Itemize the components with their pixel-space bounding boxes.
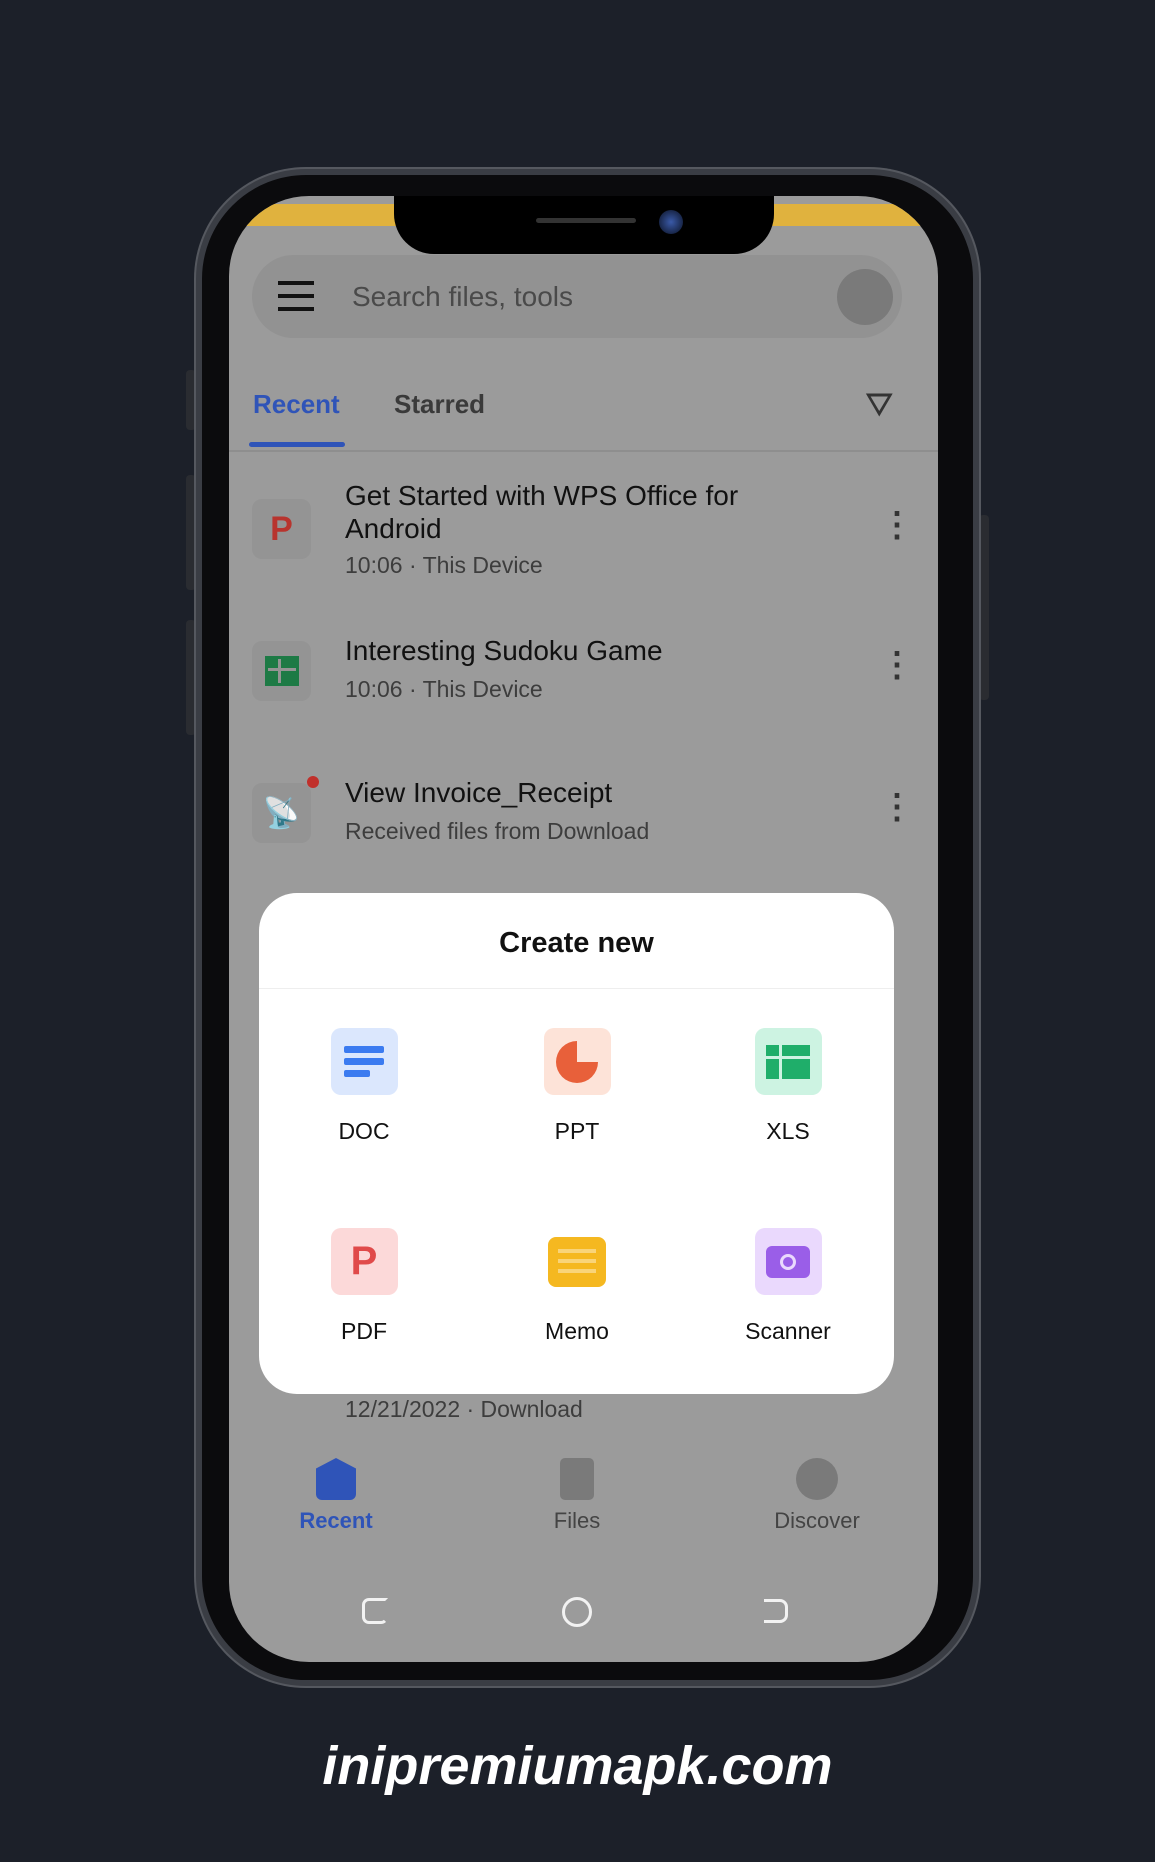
back-icon[interactable] — [764, 1599, 788, 1623]
notch — [394, 196, 774, 254]
nav-recent[interactable]: Recent — [256, 1458, 416, 1534]
create-label: PPT — [554, 1118, 600, 1144]
menu-icon[interactable] — [278, 281, 314, 311]
compass-icon — [796, 1458, 838, 1500]
divider — [259, 988, 894, 989]
tab-recent[interactable]: Recent — [253, 389, 340, 420]
file-subtitle: Received files from Download — [345, 818, 650, 844]
create-ppt-button[interactable]: PPT — [487, 1028, 667, 1145]
more-options-icon[interactable]: ⋮ — [880, 648, 914, 682]
create-label: Memo — [545, 1318, 609, 1344]
file-title: View Invoice_Receipt — [345, 777, 613, 808]
create-label: DOC — [338, 1118, 390, 1144]
divider — [229, 450, 938, 452]
create-label: XLS — [766, 1118, 810, 1144]
watermark: inipremiumapk.com — [322, 1736, 833, 1796]
phone-power-button — [979, 515, 989, 700]
search-bar[interactable]: Search files, tools — [252, 255, 902, 338]
file-title-cont: Android — [345, 513, 442, 544]
list-item[interactable]: 📡 View Invoice_Receipt Received files fr… — [229, 776, 938, 876]
tab-indicator — [249, 442, 345, 447]
avatar[interactable] — [837, 269, 893, 325]
dialog-title: Create new — [499, 927, 654, 959]
phone-side-button — [186, 370, 196, 430]
recents-icon[interactable] — [362, 1598, 388, 1624]
camera-lens — [659, 210, 683, 234]
camera-icon — [754, 1228, 822, 1295]
nav-label: Recent — [299, 1508, 373, 1533]
list-item[interactable]: P Get Started with WPS Office for Androi… — [229, 476, 938, 596]
xls-icon — [754, 1028, 822, 1095]
tab-starred[interactable]: Starred — [394, 389, 485, 420]
home-button-icon[interactable] — [562, 1597, 592, 1627]
create-memo-button[interactable]: Memo — [487, 1228, 667, 1345]
memo-icon — [544, 1228, 611, 1295]
unread-dot — [307, 776, 319, 788]
create-label: Scanner — [745, 1318, 831, 1344]
doc-icon — [330, 1028, 398, 1095]
phone-volume-down — [186, 620, 196, 735]
list-item[interactable]: Interesting Sudoku Game 10:06 · This Dev… — [229, 634, 938, 734]
nav-label: Files — [553, 1508, 601, 1533]
phone-screen: Search files, tools Recent Starred ⛛ P G… — [229, 196, 938, 1662]
files-icon — [560, 1458, 594, 1500]
home-icon — [316, 1458, 356, 1500]
more-options-icon[interactable]: ⋮ — [880, 790, 914, 824]
receive-icon: 📡 — [252, 783, 311, 843]
pdf-icon: P — [252, 499, 311, 559]
file-subtitle: 10:06 · This Device — [345, 552, 543, 578]
create-pdf-button[interactable]: P PDF — [274, 1228, 454, 1345]
create-scanner-button[interactable]: Scanner — [698, 1228, 878, 1345]
create-xls-button[interactable]: XLS — [698, 1028, 878, 1145]
file-subtitle: 12/21/2022 · Download — [345, 1396, 583, 1422]
filter-icon[interactable]: ⛛ — [865, 386, 894, 425]
search-input[interactable]: Search files, tools — [352, 281, 573, 313]
file-title: Interesting Sudoku Game — [345, 635, 663, 666]
more-options-icon[interactable]: ⋮ — [880, 508, 914, 542]
ppt-icon — [543, 1028, 611, 1095]
nav-files[interactable]: Files — [497, 1458, 657, 1534]
pdf-icon: P — [330, 1228, 398, 1295]
create-new-dialog: Create new DOC PPT XLS P PDF Memo Scanne… — [259, 893, 894, 1394]
file-title: Get Started with WPS Office for — [345, 480, 739, 511]
create-doc-button[interactable]: DOC — [274, 1028, 454, 1145]
nav-discover[interactable]: Discover — [737, 1458, 897, 1534]
nav-label: Discover — [774, 1508, 860, 1533]
phone-volume-up — [186, 475, 196, 590]
create-label: PDF — [341, 1318, 387, 1344]
xls-icon — [252, 641, 311, 701]
file-subtitle: 10:06 · This Device — [345, 676, 543, 702]
